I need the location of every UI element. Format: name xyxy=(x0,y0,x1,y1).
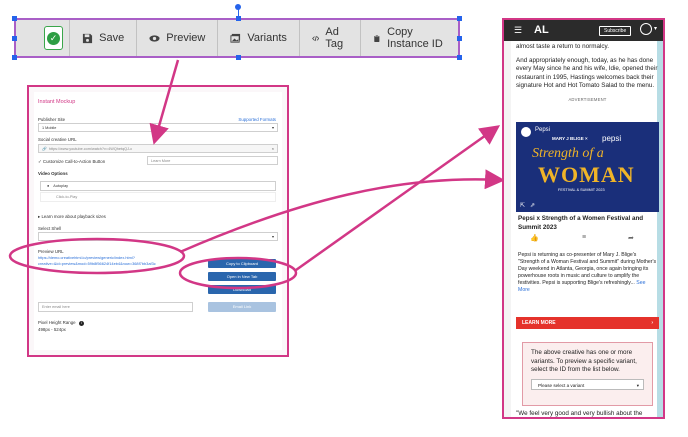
post-body: Pepsi is returning as co-presenter of Ma… xyxy=(518,252,658,293)
article-paragraph: And appropriately enough, today, as he h… xyxy=(516,57,658,89)
like-icon[interactable]: 👍 xyxy=(530,234,539,242)
variant-selector-box: The above creative has one or more varia… xyxy=(522,342,653,406)
share-arrow-icon[interactable]: ➦ xyxy=(628,234,634,242)
open-icon[interactable]: ⇱ xyxy=(520,202,525,209)
learn-more-button[interactable]: LEARN MORE › xyxy=(516,317,659,329)
menu-icon[interactable]: ☰ xyxy=(514,25,522,36)
user-icon[interactable] xyxy=(640,23,652,35)
ad-presenter: MARY J BLIGE × xyxy=(552,136,588,141)
highlight-ellipse xyxy=(178,256,298,290)
comment-icon[interactable]: ≡ xyxy=(582,234,586,241)
article-paragraph: "We feel very good and very bullish abou… xyxy=(516,410,643,417)
pepsi-logo: pepsi xyxy=(602,134,622,143)
share-icon[interactable]: ⇗ xyxy=(530,202,535,209)
chevron-down-icon[interactable]: ▾ xyxy=(654,25,657,32)
ad-creative[interactable]: Pepsi MARY J BLIGE × pepsi Strength of a… xyxy=(516,122,659,212)
annotation-arrow xyxy=(149,59,180,145)
variant-select-value: Please select a variant xyxy=(538,382,585,388)
subscribe-button[interactable]: Subscribe xyxy=(599,26,632,36)
variant-instructions: The above creative has one or more varia… xyxy=(531,349,637,373)
annotation-arrow xyxy=(179,169,505,254)
article-body: almost taste a return to normalcy. And a… xyxy=(516,41,659,104)
brand-avatar xyxy=(520,126,532,138)
site-logo[interactable]: AL xyxy=(534,24,549,36)
site-header: ☰ AL Subscribe ▾ xyxy=(504,20,663,41)
ad-brand: Pepsi xyxy=(535,127,551,133)
ad-subline: FESTIVAL & SUMMIT 2023 xyxy=(558,188,605,192)
post-actions: 👍 ≡ ➦ xyxy=(518,234,656,246)
learn-more-label: LEARN MORE xyxy=(522,320,556,326)
mobile-preview: ☰ AL Subscribe ▾ almost taste a return t… xyxy=(502,18,665,419)
advertisement-label: ADVERTISEMENT xyxy=(568,97,607,103)
ad-headline-main: WOMAN xyxy=(538,162,635,187)
highlight-ellipse xyxy=(8,237,186,275)
left-gutter xyxy=(504,41,511,417)
post-title: Pepsi x Strength of a Women Festival and… xyxy=(518,215,644,231)
ad-headline: Strength of a xyxy=(532,146,604,161)
chevron-down-icon: ▾ xyxy=(636,382,639,388)
variant-select[interactable]: Please select a variant ▾ xyxy=(531,378,644,390)
article-paragraph: almost taste a return to normalcy. xyxy=(516,43,609,50)
chevron-right-icon: › xyxy=(651,320,653,326)
